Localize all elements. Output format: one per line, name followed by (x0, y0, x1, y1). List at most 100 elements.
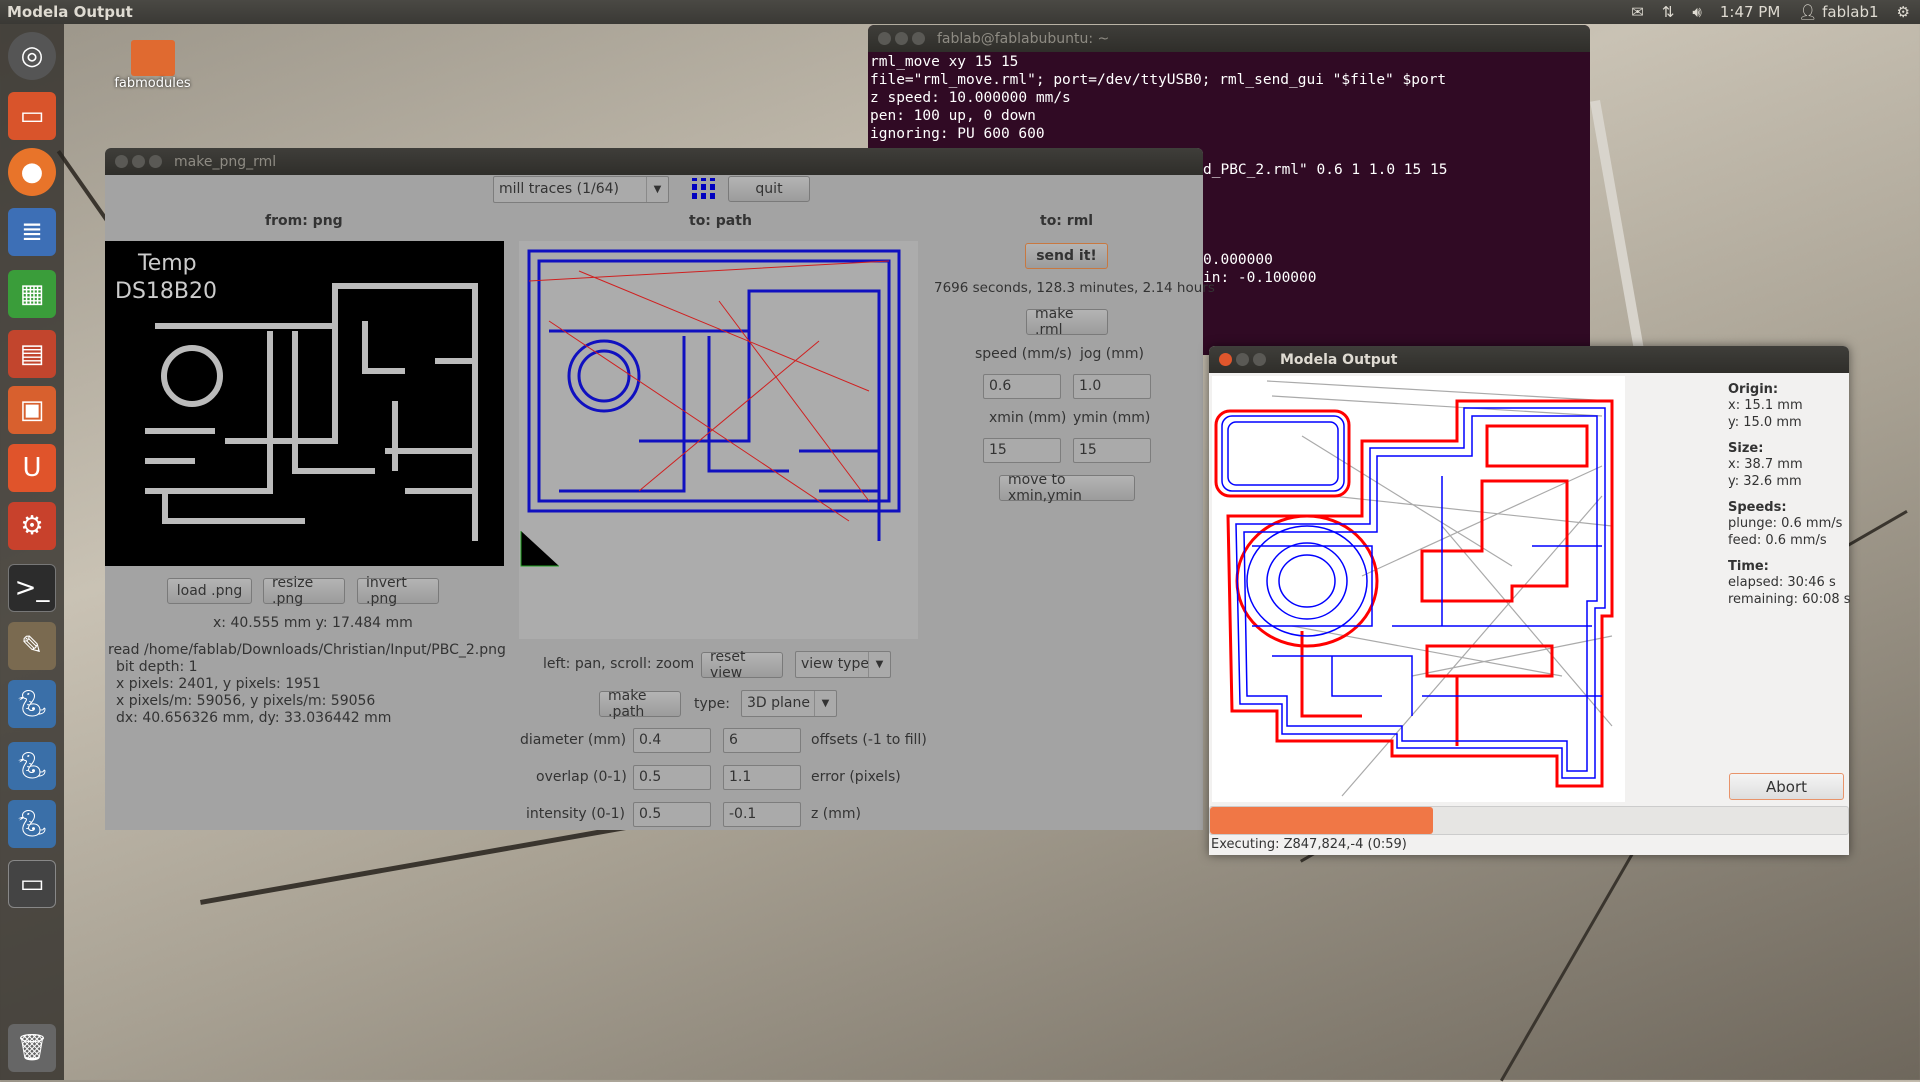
toolpath-canvas[interactable] (1212, 376, 1625, 802)
minimize-button[interactable] (132, 155, 145, 168)
overlap-label: overlap (0-1) (536, 769, 627, 785)
png-traces (145, 283, 478, 541)
remaining-time: remaining: 60:08 s (1728, 592, 1851, 607)
desktop-folder-fabmodules[interactable]: fabmodules (110, 40, 195, 91)
top-panel: Modela Output ✉ ⇅ 🔊︎ 1:47 PM 👤︎ fabl​ab1… (0, 0, 1920, 24)
maximize-button[interactable] (912, 32, 925, 45)
feed-speed: feed: 0.6 mm/s (1728, 533, 1827, 548)
close-button[interactable] (115, 155, 128, 168)
python-icon[interactable]: 🐍︎ (8, 680, 56, 728)
png-info-line: x pixels: 2401, y pixels: 1951 (116, 676, 321, 692)
diameter-input[interactable]: 0.4 (633, 728, 711, 753)
error-input[interactable]: 1.1 (723, 765, 801, 790)
make-path-button[interactable]: make .path (599, 688, 681, 720)
path-traces (520, 249, 901, 567)
python-icon[interactable]: 🐍︎ (8, 800, 56, 848)
terminal-line: file="rml_move.rml"; port=/dev/ttyUSB0; … (870, 72, 1447, 88)
speeds-heading: Speeds: (1728, 500, 1787, 515)
firefox-icon[interactable]: ● (8, 148, 56, 196)
make-png-rml-titlebar[interactable]: make_png_rml (105, 148, 1203, 175)
overlap-input[interactable]: 0.5 (633, 765, 711, 790)
network-icon[interactable]: ⇅ (1662, 3, 1675, 21)
trash-icon[interactable]: 🗑︎ (8, 1024, 56, 1072)
ymin-input[interactable]: 15 (1073, 438, 1151, 463)
terminal-titlebar[interactable]: fablab@fablabubuntu: ~ (868, 25, 1590, 52)
make-png-rml-window[interactable]: make_png_rml mill traces (1/64) ▼ quit fr… (105, 148, 1215, 830)
maximize-button[interactable] (149, 155, 162, 168)
jog-label: jog (mm) (1080, 346, 1144, 362)
elapsed-time: elapsed: 30:46 s (1728, 575, 1836, 590)
close-button[interactable] (878, 32, 891, 45)
progress-fill (1210, 807, 1434, 834)
view-type-select[interactable]: view type ▼ (795, 651, 891, 678)
png-info-line: dx: 40.656326 mm, dy: 33.036442 mm (116, 710, 392, 726)
terminal-line: z speed: 10.000000 mm/s (870, 90, 1071, 106)
minimize-button[interactable] (1236, 353, 1249, 366)
terminal-line: pen: 100 up, 0 down (870, 108, 1036, 124)
load-png-button[interactable]: load .png (167, 578, 252, 604)
origin-heading: Origin: (1728, 382, 1779, 397)
impress-icon[interactable]: ▤ (8, 330, 56, 378)
process-select[interactable]: mill traces (1/64) ▼ (493, 176, 669, 203)
modela-output-window[interactable]: Modela Output Origin: x: 15.1 mm y: 15.0… (1209, 346, 1851, 855)
chevron-down-icon: ▼ (646, 177, 668, 202)
quit-button[interactable]: quit (728, 176, 810, 202)
maximize-button[interactable] (1253, 353, 1266, 366)
chevron-down-icon: ▼ (814, 691, 836, 716)
png-info-line: x pixels/m: 59056, y pixels/m: 59056 (116, 693, 376, 709)
z-input[interactable]: -0.1 (723, 802, 801, 827)
offsets-input[interactable]: 6 (723, 728, 801, 753)
terminal-icon[interactable]: >_ (8, 564, 56, 612)
calc-icon[interactable]: ▦ (8, 270, 56, 318)
modela-titlebar[interactable]: Modela Output (1209, 346, 1849, 373)
power-icon[interactable]: ⚙ (1897, 3, 1910, 21)
xmin-input[interactable]: 15 (983, 438, 1061, 463)
jog-input[interactable]: 1.0 (1073, 374, 1151, 399)
grid-icon[interactable] (692, 178, 716, 202)
python-icon[interactable]: 🐍︎ (8, 742, 56, 790)
path-preview[interactable] (519, 241, 918, 639)
origin-y: y: 15.0 mm (1728, 415, 1802, 430)
files-icon[interactable]: ▭ (8, 92, 56, 140)
volume-icon[interactable]: 🔊︎ (1692, 3, 1701, 21)
settings-icon[interactable]: ⚙ (8, 502, 56, 550)
terminal-line: d_PBC_2.rml" 0.6 1 1.0 15 15 (1203, 162, 1448, 178)
make-rml-button[interactable]: make .rml (1026, 306, 1108, 338)
close-button[interactable] (1219, 353, 1232, 366)
user-menu[interactable]: 👤︎ fabl​ab1 (1798, 3, 1878, 21)
intensity-input[interactable]: 0.5 (633, 802, 711, 827)
resize-png-button[interactable]: resize .png (263, 575, 345, 607)
png-preview[interactable]: Temp DS18B20 (105, 241, 504, 566)
terminal-line: rml_move xy 15 15 (870, 54, 1019, 70)
diameter-label: diameter (mm) (520, 732, 627, 748)
terminal-line: ignoring: PU 600 600 (870, 126, 1045, 142)
software-center-icon[interactable]: ▣ (8, 386, 56, 434)
writer-icon[interactable]: ≣ (8, 208, 56, 256)
speed-label: speed (mm/s) (975, 346, 1072, 362)
time-estimate: 7696 seconds, 128.3 minutes, 2.14 hours (934, 280, 1215, 296)
ubuntu-one-icon[interactable]: U (8, 444, 56, 492)
offsets-label: offsets (-1 to fill) (811, 732, 927, 748)
speed-input[interactable]: 0.6 (983, 374, 1061, 399)
move-to-xmin-ymin-button[interactable]: move to xmin,ymin (999, 472, 1135, 504)
origin-x: x: 15.1 mm (1728, 398, 1803, 413)
terminal-line: 0.000000 (1203, 252, 1273, 268)
send-it-button[interactable]: send it! (1025, 243, 1108, 269)
mail-icon[interactable]: ✉ (1631, 3, 1644, 21)
to-path-heading: to: path (689, 213, 752, 229)
invert-png-button[interactable]: invert .png (357, 575, 439, 607)
from-png-heading: from: png (265, 213, 343, 229)
path-type-select[interactable]: 3D plane ▼ (741, 690, 837, 717)
gimp-icon[interactable]: ✎ (8, 622, 56, 670)
minimize-button[interactable] (895, 32, 908, 45)
xmin-label: xmin (mm) (989, 410, 1067, 426)
intensity-label: intensity (0-1) (526, 806, 625, 822)
reset-view-button[interactable]: reset view (701, 649, 783, 681)
active-app-title: Modela Output (7, 3, 133, 21)
workspace-icon[interactable]: ▭ (8, 860, 56, 908)
launcher: ◎ ▭ ● ≣ ▦ ▤ ▣ U ⚙ >_ ✎ 🐍︎ 🐍︎ 🐍︎ ▭ 🗑︎ (0, 24, 64, 1080)
dash-icon[interactable]: ◎ (8, 32, 56, 80)
size-x: x: 38.7 mm (1728, 457, 1803, 472)
clock[interactable]: 1:47 PM (1720, 3, 1780, 21)
abort-button[interactable]: Abort (1729, 773, 1844, 800)
